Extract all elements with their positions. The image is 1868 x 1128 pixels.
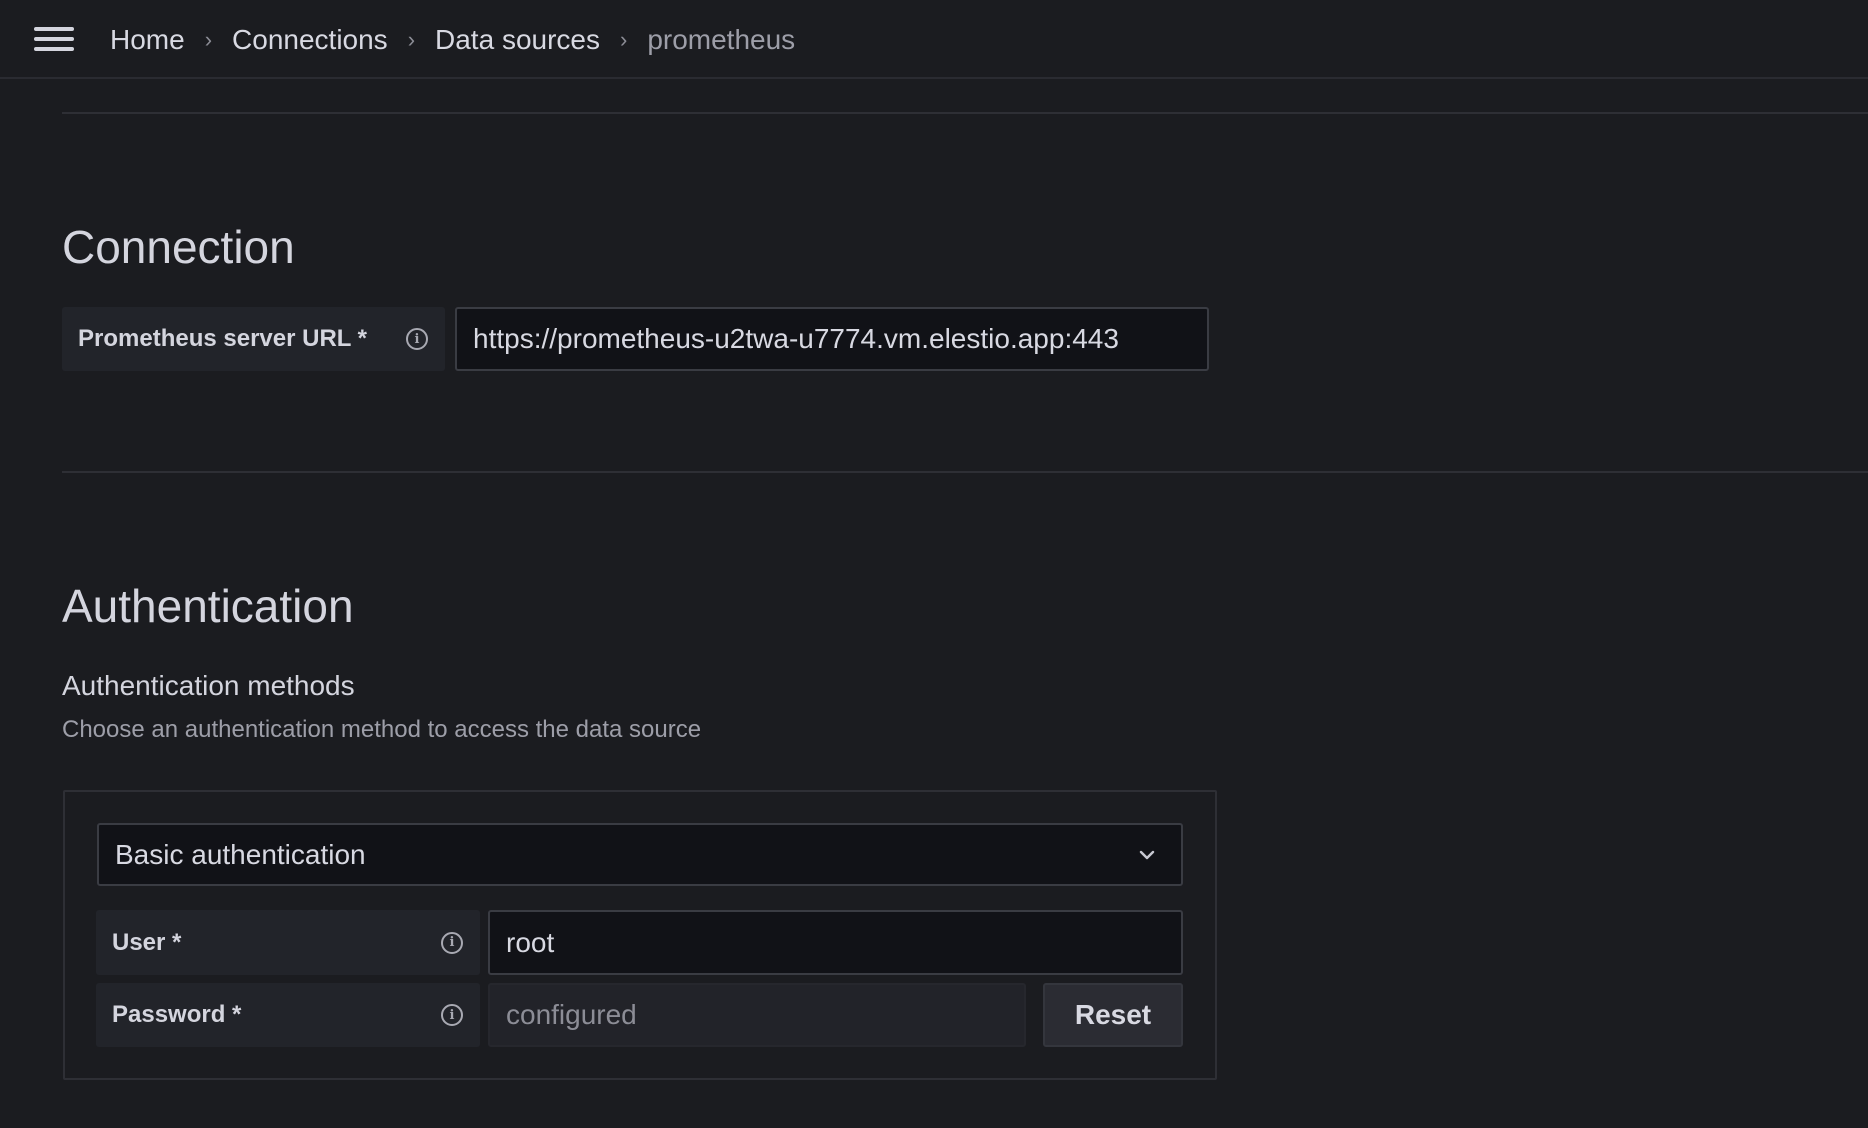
authentication-methods-title: Authentication methods [62, 670, 355, 701]
password-label-text: Password * [112, 1001, 242, 1028]
password-input[interactable]: configured [488, 983, 1026, 1047]
section-divider [62, 112, 1868, 114]
authentication-method-select[interactable]: Basic authentication [97, 823, 1183, 886]
password-value: configured [506, 999, 637, 1030]
breadcrumb-separator-icon: › [204, 27, 213, 52]
hamburger-line [34, 27, 74, 31]
authentication-methods-description: Choose an authentication method to acces… [62, 716, 702, 743]
breadcrumb-separator-icon: › [407, 27, 416, 52]
user-label: User * i [96, 910, 480, 975]
info-icon[interactable]: i [441, 931, 463, 954]
chevron-down-icon [1139, 850, 1155, 860]
info-icon[interactable]: i [441, 1004, 463, 1026]
top-bar: Home › Connections › Data sources › prom… [0, 0, 1868, 79]
server-url-input[interactable]: https://prometheus-u2twa-u7774.vm.elesti… [455, 307, 1209, 371]
password-label: Password * i [96, 983, 480, 1047]
breadcrumb-home[interactable]: Home [110, 24, 185, 56]
user-label-text: User * [112, 928, 182, 956]
server-url-value: https://prometheus-u2twa-u7774.vm.elesti… [473, 323, 1119, 354]
breadcrumb-separator-icon: › [619, 27, 628, 52]
selected-method: Basic authentication [115, 838, 366, 870]
authentication-heading: Authentication [62, 580, 354, 632]
breadcrumb: Home › Connections › Data sources › prom… [110, 20, 795, 60]
breadcrumb-connections[interactable]: Connections [232, 24, 388, 56]
hamburger-line [34, 37, 74, 41]
info-icon[interactable]: i [406, 328, 428, 350]
server-url-label: Prometheus server URL * i [62, 307, 445, 371]
user-value: root [506, 926, 555, 958]
breadcrumb-current-page: prometheus [647, 24, 796, 55]
user-input[interactable]: root [488, 910, 1183, 975]
breadcrumb-data-sources[interactable]: Data sources [435, 24, 600, 56]
server-url-label-text: Prometheus server URL * [78, 325, 368, 352]
reset-password-button[interactable]: Reset [1043, 983, 1183, 1047]
connection-heading: Connection [62, 221, 295, 273]
hamburger-menu-icon[interactable] [34, 27, 74, 51]
hamburger-line [34, 47, 74, 51]
section-divider [62, 471, 1868, 473]
